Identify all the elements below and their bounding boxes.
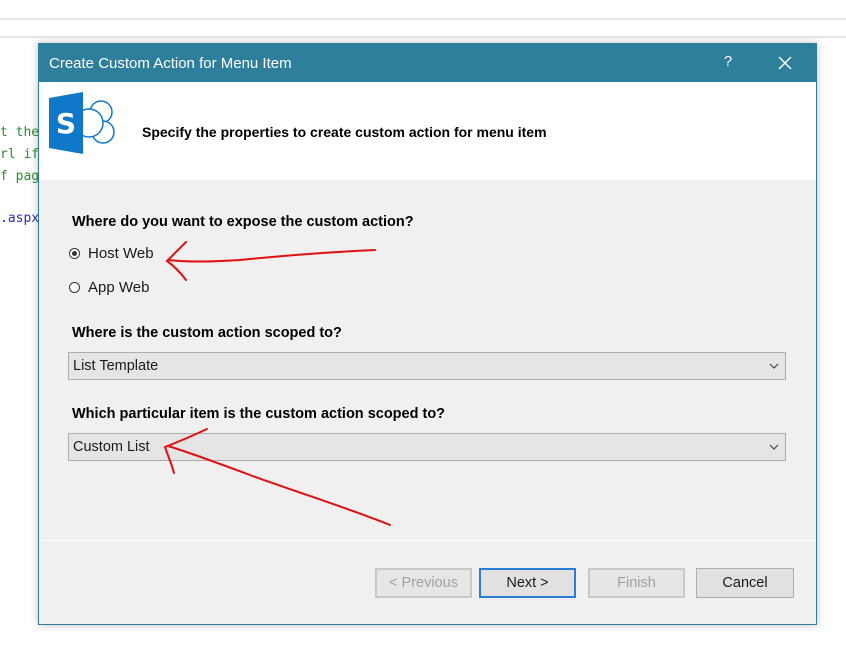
background-code-line: .aspx (0, 211, 40, 226)
dialog-header: S Specify the properties to create custo… (39, 82, 816, 180)
finish-button[interactable]: Finish (588, 568, 685, 598)
dialog-title: Create Custom Action for Menu Item (49, 55, 292, 72)
next-button[interactable]: Next > (479, 568, 576, 598)
svg-text:S: S (56, 107, 76, 140)
dialog-subtitle: Specify the properties to create custom … (142, 124, 547, 140)
cancel-button[interactable]: Cancel (696, 568, 794, 598)
item-question: Which particular item is the custom acti… (72, 406, 446, 422)
scope-question: Where is the custom action scoped to? (72, 325, 342, 341)
help-button[interactable]: ? (721, 53, 735, 70)
chevron-down-icon (769, 444, 779, 450)
expose-question: Where do you want to expose the custom a… (72, 214, 414, 230)
background-divider (0, 36, 846, 38)
background-divider (0, 18, 846, 20)
chevron-down-icon (769, 363, 779, 369)
background-code-line: t the (0, 125, 40, 140)
scope-dropdown-value: List Template (73, 358, 159, 374)
radio-label: Host Web (88, 244, 154, 262)
item-dropdown[interactable]: Custom List (68, 433, 786, 461)
radio-button[interactable] (69, 281, 80, 293)
background-code-line: f pag (0, 169, 40, 184)
close-icon[interactable] (776, 54, 794, 72)
sharepoint-logo-icon: S (49, 92, 115, 154)
radio-app-web[interactable]: App Web (69, 278, 149, 296)
dialog-titlebar: Create Custom Action for Menu Item ? (39, 44, 816, 82)
footer-separator (39, 540, 816, 541)
previous-button[interactable]: < Previous (375, 568, 472, 598)
radio-label: App Web (88, 278, 150, 296)
background-code-line: rl if (0, 147, 40, 162)
item-dropdown-value: Custom List (73, 439, 150, 455)
scope-dropdown[interactable]: List Template (68, 352, 786, 380)
radio-host-web[interactable]: Host Web (69, 244, 154, 262)
custom-action-dialog: Create Custom Action for Menu Item ? S S… (38, 43, 817, 625)
radio-button-checked[interactable] (69, 247, 80, 259)
